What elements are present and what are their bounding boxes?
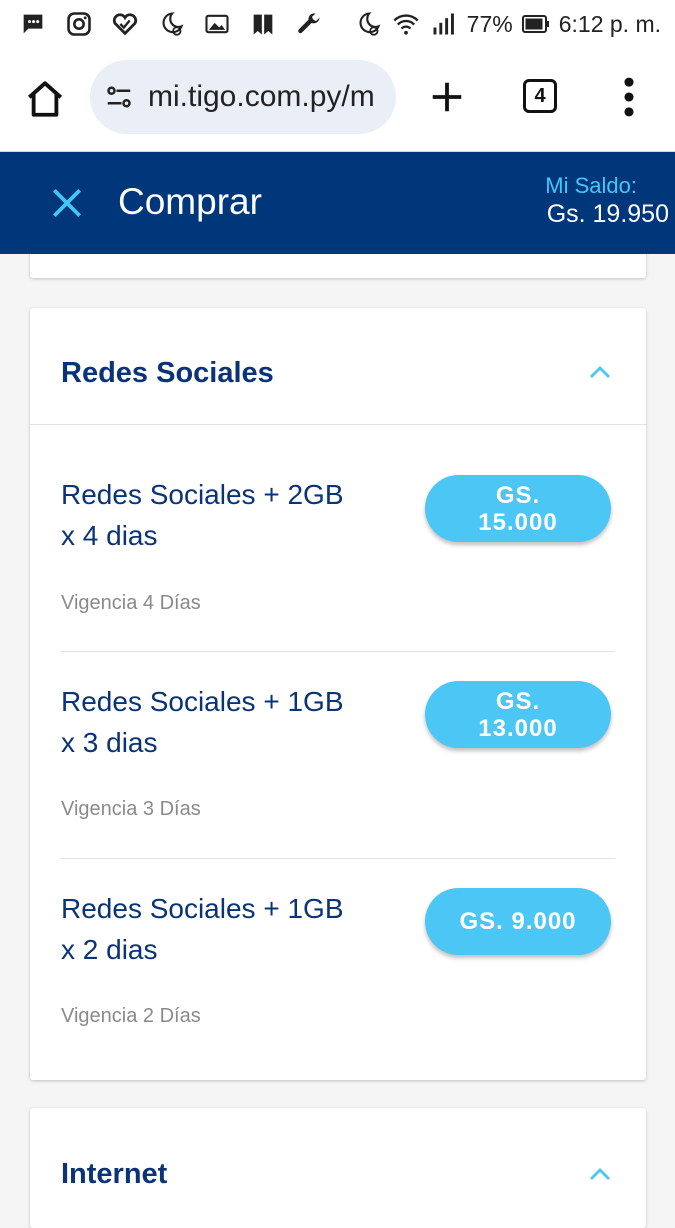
close-icon[interactable] xyxy=(48,184,86,222)
offer-name: Redes Sociales + 2GB x 4 dias xyxy=(61,474,391,556)
wifi-icon xyxy=(391,9,421,39)
more-menu-icon[interactable] xyxy=(622,76,636,118)
buy-price-button[interactable]: GS. 15.000 xyxy=(425,475,611,542)
site-settings-icon[interactable] xyxy=(104,82,134,112)
price-currency: GS. xyxy=(495,481,541,509)
balance-value: Gs. 19.950 xyxy=(546,200,669,228)
bookmark-app-icon xyxy=(248,9,278,39)
do-not-disturb-alarm-icon xyxy=(353,9,383,39)
url-text[interactable]: mi.tigo.com.py/m xyxy=(148,80,375,114)
price-amount: 15.000 xyxy=(478,508,558,536)
offer-name: Redes Sociales + 1GB x 2 dias xyxy=(61,888,391,970)
new-tab-icon[interactable] xyxy=(428,78,466,116)
offer-name-line: Redes Sociales + 1GB xyxy=(61,893,344,924)
offer-item: Redes Sociales + 2GB x 4 dias Vigencia 4… xyxy=(61,474,615,624)
section-header[interactable]: Internet xyxy=(30,1108,646,1225)
wrench-icon xyxy=(294,9,324,39)
divider xyxy=(61,651,615,652)
section-internet: Internet xyxy=(30,1108,646,1228)
tab-switcher-button[interactable]: 4 xyxy=(523,79,557,113)
chevron-up-icon[interactable] xyxy=(588,364,612,380)
image-icon xyxy=(202,9,232,39)
instagram-icon xyxy=(64,9,94,39)
balance-label: Mi Saldo: xyxy=(545,173,637,198)
page-title: Comprar xyxy=(118,181,262,222)
offer-name-line: x 3 dias xyxy=(61,727,158,758)
offer-name-line: Redes Sociales + 2GB xyxy=(61,479,344,510)
offer-item: Redes Sociales + 1GB x 2 dias Vigencia 2… xyxy=(61,888,615,1038)
offer-name-line: x 4 dias xyxy=(61,520,158,551)
heart-app-icon xyxy=(110,9,140,39)
offer-name: Redes Sociales + 1GB x 3 dias xyxy=(61,681,391,763)
address-bar[interactable]: mi.tigo.com.py/m xyxy=(90,60,396,134)
tab-count: 4 xyxy=(534,84,546,107)
price-amount: 13.000 xyxy=(478,714,558,742)
offer-validity: Vigencia 2 Días xyxy=(61,1005,201,1027)
buy-price-button[interactable]: GS. 13.000 xyxy=(425,681,611,748)
offer-validity: Vigencia 3 Días xyxy=(61,798,201,820)
offer-validity: Vigencia 4 Días xyxy=(61,592,201,614)
status-bar: 77% 6:12 p. m. xyxy=(0,0,675,48)
section-title: Internet xyxy=(61,1158,168,1190)
battery-icon xyxy=(521,9,551,39)
chat-icon xyxy=(18,9,48,39)
home-icon[interactable] xyxy=(24,78,66,120)
price-label: GS. 9.000 xyxy=(459,908,577,935)
offer-item: Redes Sociales + 1GB x 3 dias Vigencia 3… xyxy=(61,681,615,831)
status-notification-icons xyxy=(18,9,324,39)
moon-alarm-icon xyxy=(156,9,186,39)
offer-name-line: Redes Sociales + 1GB xyxy=(61,686,344,717)
section-header[interactable]: Redes Sociales xyxy=(30,308,646,425)
browser-toolbar: mi.tigo.com.py/m 4 xyxy=(0,48,675,152)
price-currency: GS. xyxy=(495,687,541,715)
signal-icon xyxy=(429,9,459,39)
offer-name-line: x 2 dias xyxy=(61,934,158,965)
chevron-up-icon[interactable] xyxy=(588,1166,612,1182)
clock: 6:12 p. m. xyxy=(558,10,661,37)
section-title: Redes Sociales xyxy=(61,357,274,389)
divider xyxy=(61,858,615,859)
status-system-icons: 77% 6:12 p. m. xyxy=(353,9,661,39)
battery-percent: 77% xyxy=(466,10,513,37)
section-redes-sociales: Redes Sociales Redes Sociales + 2GB x 4 … xyxy=(30,308,646,1080)
buy-price-button[interactable]: GS. 9.000 xyxy=(425,888,611,955)
